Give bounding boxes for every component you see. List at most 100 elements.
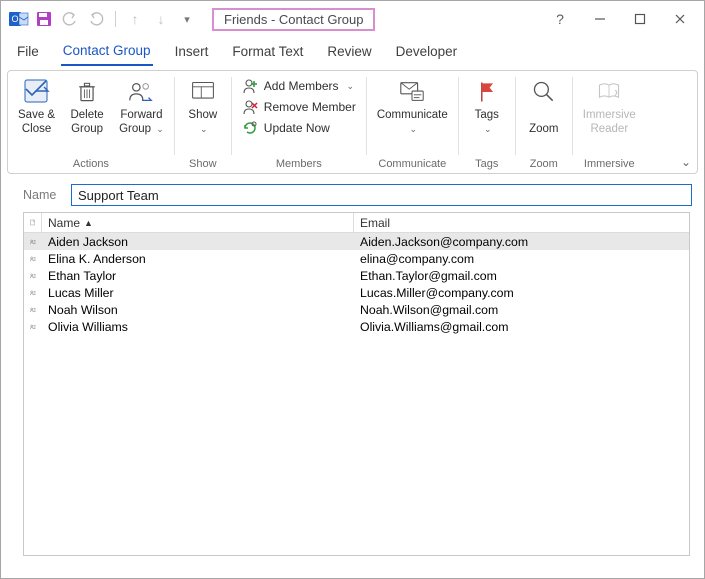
member-name: Ethan Taylor: [42, 269, 354, 283]
delete-group-button[interactable]: Delete Group: [65, 75, 109, 139]
zoom-label: Zoom: [529, 109, 558, 137]
group-communicate: Communicate⌄ Communicate: [367, 71, 458, 173]
table-row[interactable]: Noah WilsonNoah.Wilson@gmail.com: [24, 301, 689, 318]
qat-divider: [115, 11, 116, 27]
name-row: Name Support Team: [1, 176, 704, 210]
minimize-button[interactable]: [590, 9, 610, 29]
add-members-label: Add Members: [264, 79, 339, 93]
chevron-down-icon: ⌄: [347, 81, 355, 92]
table-row[interactable]: Olivia WilliamsOlivia.Williams@gmail.com: [24, 318, 689, 335]
header-email-col[interactable]: Email: [354, 213, 689, 232]
immersive-reader-icon: [594, 77, 624, 107]
member-email: Olivia.Williams@gmail.com: [354, 320, 689, 334]
group-show-label: Show: [189, 157, 217, 171]
tab-insert[interactable]: Insert: [173, 40, 211, 65]
undo-icon[interactable]: [61, 10, 79, 28]
header-name-label: Name: [48, 216, 80, 230]
name-input-value: Support Team: [78, 188, 159, 203]
add-member-icon: [242, 78, 258, 94]
name-label: Name: [23, 188, 63, 202]
trash-icon: [72, 77, 102, 107]
tab-format-text[interactable]: Format Text: [230, 40, 305, 65]
communicate-button[interactable]: Communicate⌄: [373, 75, 452, 139]
member-icon: [24, 321, 42, 333]
zoom-button[interactable]: Zoom: [522, 75, 566, 139]
save-close-label: Save & Close: [18, 109, 55, 137]
forward-group-label: Forward Group ⌄: [119, 109, 164, 137]
show-icon: [188, 77, 218, 107]
group-tags-label: Tags: [475, 157, 498, 171]
group-zoom-label: Zoom: [530, 157, 558, 171]
add-members-button[interactable]: Add Members ⌄: [238, 77, 360, 95]
next-item-icon[interactable]: ↓: [152, 10, 170, 28]
group-members: Add Members ⌄ Remove Member Update Now M…: [232, 71, 366, 173]
member-name: Noah Wilson: [42, 303, 354, 317]
table-row[interactable]: Ethan TaylorEthan.Taylor@gmail.com: [24, 267, 689, 284]
chevron-down-icon: ⌄: [410, 124, 418, 134]
group-immersive: Immersive Reader Immersive: [573, 71, 646, 173]
tab-file[interactable]: File: [15, 40, 41, 65]
member-email: elina@company.com: [354, 252, 689, 266]
member-icon: [24, 253, 42, 265]
name-input[interactable]: Support Team: [71, 184, 692, 206]
chevron-down-icon: ⌄: [200, 124, 208, 134]
chevron-down-icon: ⌄: [156, 124, 164, 134]
qat-customize-icon[interactable]: ▾: [178, 10, 196, 28]
forward-group-button[interactable]: Forward Group ⌄: [115, 75, 168, 139]
show-button[interactable]: Show⌄: [181, 75, 225, 139]
header-icon-col[interactable]: [24, 213, 42, 232]
save-close-icon: [22, 77, 52, 107]
table-header: Name ▲ Email: [24, 213, 689, 233]
table-row[interactable]: Aiden JacksonAiden.Jackson@company.com: [24, 233, 689, 250]
tags-button[interactable]: Tags⌄: [465, 75, 509, 139]
member-name: Lucas Miller: [42, 286, 354, 300]
group-actions-label: Actions: [73, 157, 109, 171]
group-immersive-label: Immersive: [584, 157, 635, 171]
immersive-reader-button[interactable]: Immersive Reader: [579, 75, 640, 139]
tab-contact-group[interactable]: Contact Group: [61, 39, 153, 66]
group-show: Show⌄ Show: [175, 71, 231, 173]
ribbon-collapse-button[interactable]: ⌄: [681, 155, 691, 169]
tags-label: Tags⌄: [475, 109, 499, 137]
member-email: Ethan.Taylor@gmail.com: [354, 269, 689, 283]
close-button[interactable]: [670, 9, 690, 29]
help-icon[interactable]: ?: [550, 9, 570, 29]
header-name-col[interactable]: Name ▲: [42, 213, 354, 232]
update-now-icon: [242, 120, 258, 136]
remove-member-label: Remove Member: [264, 100, 356, 114]
title-bar: O ↑ ↓ ▾ Friends - Contact Group ?: [1, 1, 704, 37]
update-now-label: Update Now: [264, 121, 330, 135]
quick-access-toolbar: ↑ ↓ ▾: [35, 10, 196, 28]
redo-icon[interactable]: [87, 10, 105, 28]
remove-member-button[interactable]: Remove Member: [238, 98, 360, 116]
member-email: Aiden.Jackson@company.com: [354, 235, 689, 249]
tab-review[interactable]: Review: [325, 40, 373, 65]
save-icon[interactable]: [35, 10, 53, 28]
group-communicate-label: Communicate: [378, 157, 446, 171]
communicate-icon: [397, 77, 427, 107]
member-icon: [24, 287, 42, 299]
group-tags: Tags⌄ Tags: [459, 71, 515, 173]
update-now-button[interactable]: Update Now: [238, 119, 360, 137]
remove-member-icon: [242, 99, 258, 115]
prev-item-icon[interactable]: ↑: [126, 10, 144, 28]
member-icon: [24, 304, 42, 316]
chevron-down-icon: ⌄: [484, 124, 492, 134]
ribbon-tabs: File Contact Group Insert Format Text Re…: [1, 37, 704, 67]
group-zoom: Zoom Zoom: [516, 71, 572, 173]
member-icon: [24, 270, 42, 282]
flag-icon: [472, 77, 502, 107]
member-name: Elina K. Anderson: [42, 252, 354, 266]
zoom-icon: [529, 77, 559, 107]
members-table: Name ▲ Email Aiden JacksonAiden.Jackson@…: [23, 212, 690, 556]
table-body: Aiden JacksonAiden.Jackson@company.comEl…: [24, 233, 689, 335]
table-row[interactable]: Lucas MillerLucas.Miller@company.com: [24, 284, 689, 301]
maximize-button[interactable]: [630, 9, 650, 29]
save-close-button[interactable]: Save & Close: [14, 75, 59, 139]
immersive-reader-label: Immersive Reader: [583, 109, 636, 137]
window-title: Friends - Contact Group: [212, 8, 375, 31]
member-name: Aiden Jackson: [42, 235, 354, 249]
table-row[interactable]: Elina K. Andersonelina@company.com: [24, 250, 689, 267]
delete-group-label: Delete Group: [70, 109, 103, 137]
tab-developer[interactable]: Developer: [394, 40, 460, 65]
